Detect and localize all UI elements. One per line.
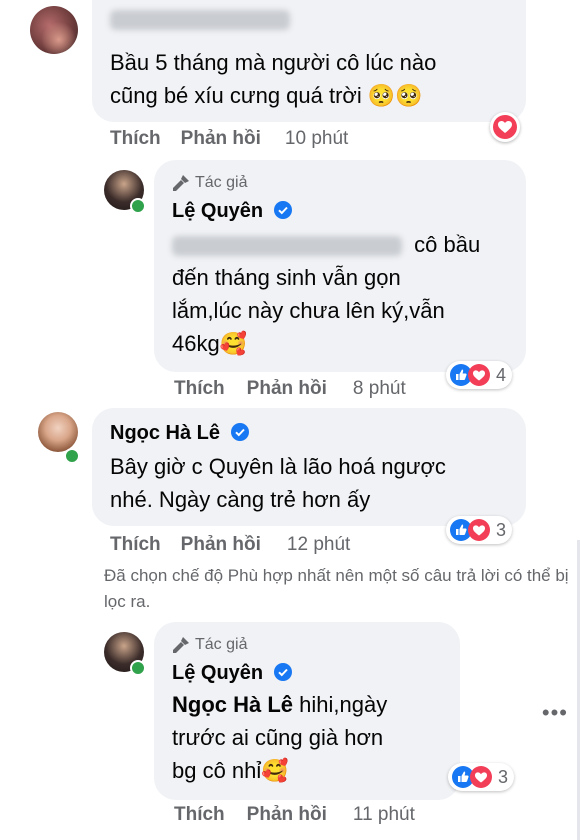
comment-text-line: nhé. Ngày càng trẻ hơn ấy xyxy=(110,487,371,512)
filter-notice: Đã chọn chế độ Phù hợp nhất nên một số c… xyxy=(104,566,569,611)
reply-author-name[interactable]: Lệ Quyên xyxy=(172,662,263,684)
reply-button[interactable]: Phản hồi xyxy=(247,804,327,826)
reply-actions: Thích Phản hồi 8 phút xyxy=(174,378,406,400)
verified-badge-icon xyxy=(230,423,249,441)
love-reaction-icon[interactable] xyxy=(490,112,520,142)
reply-text: cô bầu đến tháng sinh vẫn gọn lắm,lúc nà… xyxy=(172,228,522,360)
comment-text-line: Bầu 5 tháng mà người cô lúc nào xyxy=(110,50,437,75)
commenter-avatar[interactable] xyxy=(38,412,78,452)
reaction-count: 3 xyxy=(498,766,509,787)
reply-text-line: trước ai cũng già hơn xyxy=(172,725,384,750)
like-button[interactable]: Thích xyxy=(174,804,225,826)
comment-bubble: Bầu 5 tháng mà người cô lúc nào cũng bé … xyxy=(92,0,526,122)
reply-timestamp[interactable]: 8 phút xyxy=(353,378,406,400)
reaction-summary[interactable]: 3 xyxy=(446,516,513,544)
reaction-summary[interactable]: 3 xyxy=(448,763,515,791)
reply-text-line: đến tháng sinh vẫn gọn xyxy=(172,265,401,290)
avatar-image-blur xyxy=(30,6,78,54)
like-button[interactable]: Thích xyxy=(110,128,161,150)
comment-timestamp[interactable]: 12 phút xyxy=(287,534,350,556)
comment-actions: Thích Phản hồi 12 phút xyxy=(110,534,350,556)
reply-text: Ngọc Hà Lê hihi,ngày trước ai cũng già h… xyxy=(172,688,462,787)
comment-actions: Thích Phản hồi 10 phút xyxy=(110,128,348,150)
verified-badge-icon xyxy=(273,201,292,219)
reply-author-name[interactable]: Lệ Quyên xyxy=(172,200,263,222)
comment-author-name[interactable]: Ngọc Hà Lê xyxy=(110,422,220,444)
love-reaction-icon xyxy=(468,519,490,541)
verified-badge-icon xyxy=(273,663,292,681)
blurred-mention[interactable] xyxy=(172,236,402,257)
reply-text-line: cô bầu xyxy=(172,228,522,261)
like-button[interactable]: Thích xyxy=(174,378,225,400)
reaction-count: 4 xyxy=(496,364,507,385)
online-status-icon xyxy=(64,448,80,464)
microphone-icon xyxy=(173,175,189,191)
microphone-icon xyxy=(173,637,189,653)
comment-bubble: Ngọc Hà Lê Bây giờ c Quyên là lão hoá ng… xyxy=(92,408,526,526)
reaction-summary[interactable]: 4 xyxy=(446,361,513,389)
online-status-icon xyxy=(130,660,146,676)
reply-text-line: lắm,lúc này chưa lên ký,vẫn xyxy=(172,298,445,323)
love-reaction-icon xyxy=(470,766,492,788)
reply-bubble: Tác giả Lệ Quyên cô bầu đến tháng sinh v… xyxy=(154,160,526,372)
author-badge-label: Tác giả xyxy=(195,174,248,191)
reply-actions: Thích Phản hồi 11 phút xyxy=(174,804,415,826)
comment-timestamp[interactable]: 10 phút xyxy=(285,128,348,150)
comment-text: Bầu 5 tháng mà người cô lúc nào cũng bé … xyxy=(110,46,520,112)
author-badge: Tác giả xyxy=(172,636,247,654)
reply-text-segment: cô bầu xyxy=(414,232,481,257)
reply-text-line: bg cô nhỉ🥰 xyxy=(172,758,289,783)
author-badge: Tác giả xyxy=(172,174,247,192)
like-button[interactable]: Thích xyxy=(110,534,161,556)
reaction-count: 3 xyxy=(496,519,507,540)
reply-text-line: Ngọc Hà Lê hihi,ngày xyxy=(172,688,462,721)
reply-bubble: Tác giả Lệ Quyên Ngọc Hà Lê hihi,ngày tr… xyxy=(154,622,460,800)
reply-button[interactable]: Phản hồi xyxy=(247,378,327,400)
reply-button[interactable]: Phản hồi xyxy=(181,534,261,556)
commenter-avatar[interactable] xyxy=(30,6,78,54)
love-reaction-icon xyxy=(468,364,490,386)
reply-timestamp[interactable]: 11 phút xyxy=(353,804,415,826)
reply-button[interactable]: Phản hồi xyxy=(181,128,261,150)
online-status-icon xyxy=(130,198,146,214)
mention-link[interactable]: Ngọc Hà Lê xyxy=(172,692,293,717)
comment-author[interactable]: Ngọc Hà Lê xyxy=(110,422,249,445)
comment-text-line: cũng bé xíu cưng quá trời 🥺🥺 xyxy=(110,83,423,108)
more-options-icon[interactable]: ••• xyxy=(542,700,568,726)
author-badge-label: Tác giả xyxy=(195,636,248,653)
comment-text-line: Bây giờ c Quyên là lão hoá ngược xyxy=(110,454,446,479)
comment-author[interactable] xyxy=(110,10,290,30)
reply-text-segment: hihi,ngày xyxy=(299,692,388,717)
reply-text-line: 46kg🥰 xyxy=(172,331,248,356)
reply-author[interactable]: Lệ Quyên xyxy=(172,200,292,223)
reply-author[interactable]: Lệ Quyên xyxy=(172,662,292,685)
comment-text: Bây giờ c Quyên là lão hoá ngược nhé. Ng… xyxy=(110,450,520,516)
